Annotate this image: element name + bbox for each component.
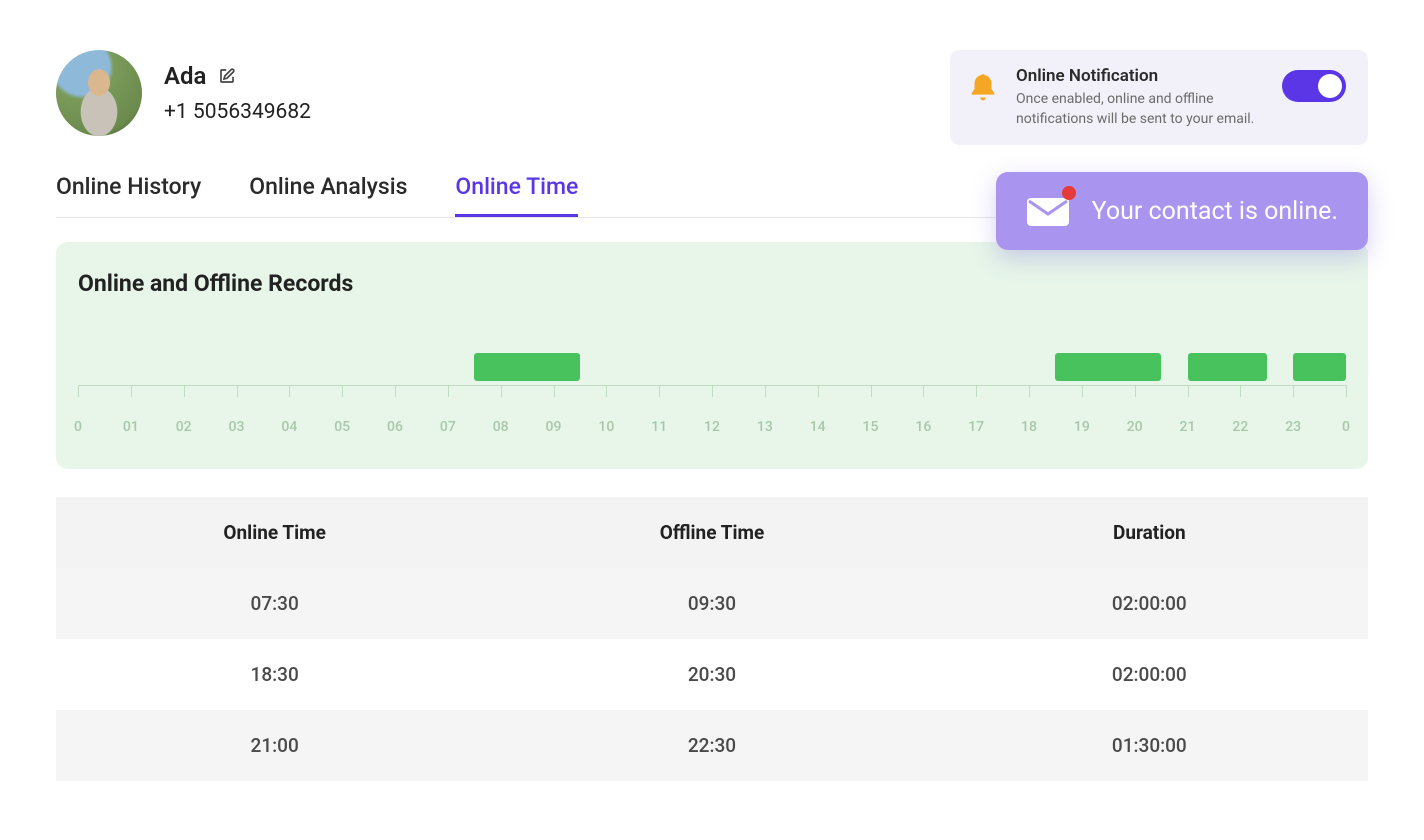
hour-label: 08 xyxy=(493,419,509,435)
hour-label: 07 xyxy=(440,419,456,435)
profile-phone: +1 5056349682 xyxy=(164,100,311,124)
online-toast[interactable]: Your contact is online. xyxy=(996,172,1368,250)
hour-label: 04 xyxy=(281,419,297,435)
cell-offline: 20:30 xyxy=(493,639,930,710)
hour-label: 01 xyxy=(123,419,139,435)
table-row: 07:3009:3002:00:00 xyxy=(56,568,1368,639)
hour-label: 16 xyxy=(915,419,931,435)
hour-label: 0 xyxy=(74,419,82,435)
hour-label: 20 xyxy=(1127,419,1143,435)
hour-label: 10 xyxy=(598,419,614,435)
cell-online: 21:00 xyxy=(56,710,493,781)
hour-label: 02 xyxy=(176,419,192,435)
notification-description: Once enabled, online and offline notific… xyxy=(1016,90,1266,129)
records-card: Online and Offline Records 0 01 02 03 04 05 06… xyxy=(56,242,1368,469)
records-table: Online TimeOffline TimeDuration 07:3009:… xyxy=(56,497,1368,781)
hour-label: 14 xyxy=(810,419,826,435)
table-row: 18:3020:3002:00:00 xyxy=(56,639,1368,710)
timeline-segment xyxy=(1055,353,1161,381)
hour-label: 13 xyxy=(757,419,773,435)
avatar[interactable] xyxy=(56,50,142,136)
tab-online-history[interactable]: Online History xyxy=(56,173,201,217)
hour-label: 23 xyxy=(1285,419,1301,435)
cell-online: 07:30 xyxy=(56,568,493,639)
tab-online-analysis[interactable]: Online Analysis xyxy=(249,173,407,217)
notification-toggle[interactable] xyxy=(1282,70,1346,102)
notification-dot-icon xyxy=(1062,186,1076,200)
cell-duration: 01:30:00 xyxy=(931,710,1368,781)
toast-text: Your contact is online. xyxy=(1092,197,1338,226)
hour-label: 18 xyxy=(1021,419,1037,435)
hour-label: 22 xyxy=(1232,419,1248,435)
table-row: 21:0022:3001:30:00 xyxy=(56,710,1368,781)
column-header: Duration xyxy=(931,497,1368,568)
table-header: Online TimeOffline TimeDuration xyxy=(56,497,1368,568)
edit-icon[interactable] xyxy=(218,67,236,85)
column-header: Offline Time xyxy=(493,497,930,568)
cell-duration: 02:00:00 xyxy=(931,568,1368,639)
hour-label: 03 xyxy=(229,419,245,435)
profile-block: Ada +1 5056349682 xyxy=(56,50,311,136)
hour-label: 17 xyxy=(968,419,984,435)
bell-icon xyxy=(966,72,1000,106)
notification-title: Online Notification xyxy=(1016,66,1266,86)
tab-online-time[interactable]: Online Time xyxy=(455,173,578,217)
hour-label: 09 xyxy=(546,419,562,435)
hour-label: 06 xyxy=(387,419,403,435)
hour-label: 11 xyxy=(651,419,667,435)
cell-online: 18:30 xyxy=(56,639,493,710)
hour-label: 15 xyxy=(863,419,879,435)
timeline-segment xyxy=(474,353,580,381)
hour-label: 12 xyxy=(704,419,720,435)
hour-label: 21 xyxy=(1180,419,1196,435)
profile-name: Ada xyxy=(164,62,206,90)
timeline-segment xyxy=(1188,353,1267,381)
timeline-chart: 0010203040506070809101112131415161718192… xyxy=(78,353,1346,443)
hour-label: 05 xyxy=(334,419,350,435)
timeline-segment xyxy=(1293,353,1346,381)
notification-card: Online Notification Once enabled, online… xyxy=(950,50,1368,145)
cell-offline: 22:30 xyxy=(493,710,930,781)
column-header: Online Time xyxy=(56,497,493,568)
records-title: Online and Offline Records xyxy=(78,270,1346,297)
hour-label: 19 xyxy=(1074,419,1090,435)
hour-label: 0 xyxy=(1342,419,1350,435)
cell-offline: 09:30 xyxy=(493,568,930,639)
mail-icon xyxy=(1026,194,1070,228)
cell-duration: 02:00:00 xyxy=(931,639,1368,710)
